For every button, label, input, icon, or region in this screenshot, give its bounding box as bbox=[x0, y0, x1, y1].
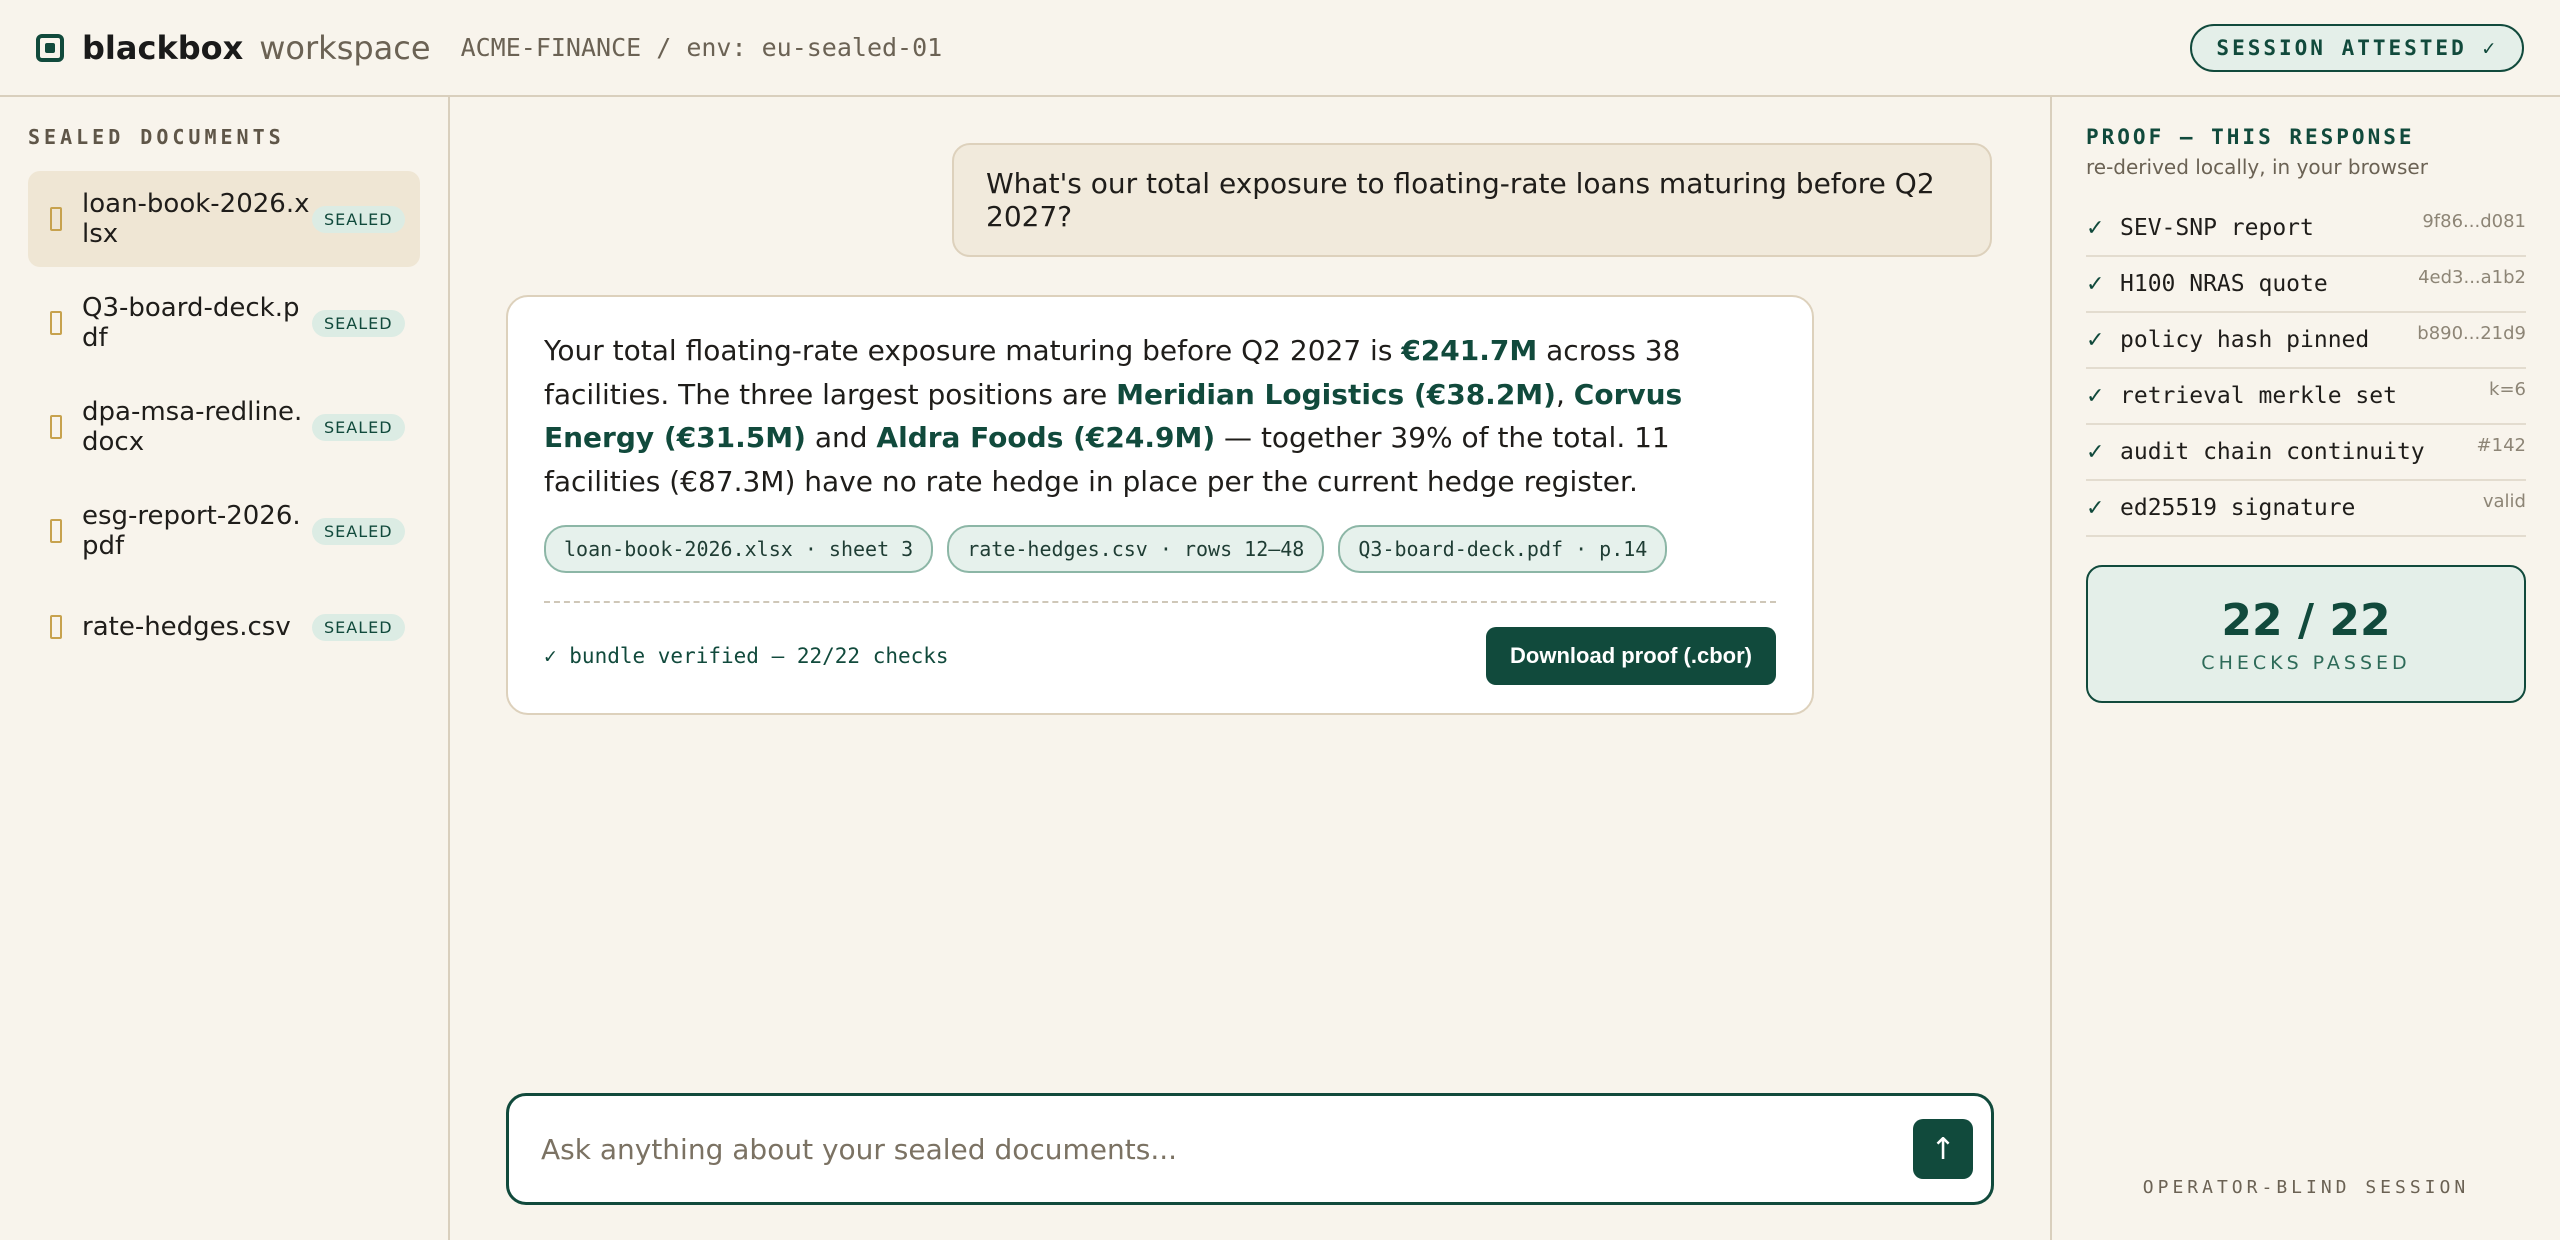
check-value: 9f86...d081 bbox=[2422, 211, 2526, 232]
sealed-badge: SEALED bbox=[312, 613, 405, 641]
logo-icon bbox=[36, 33, 64, 62]
proof-subtitle: re-derived locally, in your browser bbox=[2086, 155, 2428, 179]
sidebar-item-esg-report[interactable]: esg-report-2026.pdf SEALED bbox=[28, 483, 420, 579]
document-icon bbox=[50, 415, 62, 439]
answer-segment: Your total floating-rate exposure maturi… bbox=[544, 334, 1402, 367]
check-label: SEV-SNP report bbox=[2120, 215, 2314, 241]
check-row: ✓ SEV-SNP report 9f86...d081 bbox=[2086, 201, 2526, 257]
proof-panel: PROOF — THIS RESPONSE re-derived locally… bbox=[2050, 97, 2560, 1240]
assistant-answer: Your total floating-rate exposure maturi… bbox=[506, 295, 1814, 715]
download-proof-button[interactable]: Download proof (.cbor) bbox=[1486, 627, 1776, 685]
check-icon: ✓ bbox=[2086, 327, 2105, 353]
check-icon: ✓ bbox=[2086, 495, 2105, 521]
check-value: #142 bbox=[2476, 435, 2526, 456]
check-row: ✓ retrieval merkle set k=6 bbox=[2086, 369, 2526, 425]
document-name: rate-hedges.csv bbox=[82, 612, 291, 642]
answer-text: Your total floating-rate exposure maturi… bbox=[544, 329, 1776, 503]
check-label: retrieval merkle set bbox=[2120, 383, 2397, 409]
check-row: ✓ ed25519 signature valid bbox=[2086, 481, 2526, 537]
source-chip[interactable]: Q3-board-deck.pdf · p.14 bbox=[1338, 525, 1668, 573]
answer-highlight: Aldra Foods (€24.9M) bbox=[876, 421, 1216, 454]
breadcrumb: ACME-FINANCE / env: eu-sealed-01 bbox=[460, 33, 943, 62]
check-icon: ✓ bbox=[2086, 439, 2105, 465]
check-label: ed25519 signature bbox=[2120, 495, 2356, 521]
check-row: ✓ audit chain continuity #142 bbox=[2086, 425, 2526, 481]
check-icon: ✓ bbox=[2086, 271, 2105, 297]
document-name: loan-book-2026.xlsx bbox=[82, 189, 310, 249]
answer-highlight: €241.7M bbox=[1401, 334, 1538, 367]
verified-status: ✓ bundle verified — 22/22 checks bbox=[544, 644, 949, 668]
sidebar-item-loan-book[interactable]: loan-book-2026.xlsx SEALED bbox=[28, 171, 420, 267]
sidebar-title: SEALED DOCUMENTS bbox=[28, 125, 285, 149]
checks-score: 22 / 22 bbox=[2221, 594, 2391, 646]
arrow-up-icon: ↑ bbox=[1930, 1131, 1956, 1167]
send-button[interactable]: ↑ bbox=[1913, 1119, 1973, 1179]
brand-name: blackbox bbox=[82, 28, 244, 67]
source-chip[interactable]: loan-book-2026.xlsx · sheet 3 bbox=[544, 525, 934, 573]
sidebar-item-q3-board-deck[interactable]: Q3-board-deck.pdf SEALED bbox=[28, 275, 420, 371]
sidebar-item-dpa-msa-redline[interactable]: dpa-msa-redline.docx SEALED bbox=[28, 379, 420, 475]
user-message: What's our total exposure to floating-ra… bbox=[952, 143, 1992, 257]
sidebar-item-rate-hedges[interactable]: rate-hedges.csv SEALED bbox=[28, 587, 420, 667]
check-row: ✓ H100 NRAS quote 4ed3...a1b2 bbox=[2086, 257, 2526, 313]
document-icon bbox=[50, 311, 62, 335]
check-label: H100 NRAS quote bbox=[2120, 271, 2328, 297]
brand-subtitle: workspace bbox=[259, 28, 431, 67]
proof-title: PROOF — THIS RESPONSE bbox=[2086, 125, 2415, 149]
answer-segment: and bbox=[805, 421, 877, 454]
check-label: policy hash pinned bbox=[2120, 327, 2370, 353]
document-name: esg-report-2026.pdf bbox=[82, 501, 301, 561]
operator-blind-label: OPERATOR-BLIND SESSION bbox=[2142, 1177, 2470, 1198]
top-bar: blackbox workspace ACME-FINANCE / env: e… bbox=[0, 0, 2560, 97]
answer-highlight: Meridian Logistics (€38.2M) bbox=[1116, 377, 1556, 411]
divider bbox=[544, 601, 1776, 603]
document-name: Q3-board-deck.pdf bbox=[82, 293, 300, 353]
check-value: valid bbox=[2482, 491, 2526, 512]
sealed-badge: SEALED bbox=[312, 413, 405, 441]
document-icon bbox=[50, 615, 62, 639]
sealed-badge: SEALED bbox=[312, 309, 405, 337]
chat-area: What's our total exposure to floating-ra… bbox=[452, 97, 2050, 1240]
check-label: audit chain continuity bbox=[2120, 439, 2425, 465]
answer-segment: , bbox=[1555, 377, 1574, 411]
document-icon bbox=[50, 207, 62, 231]
check-value: k=6 bbox=[2489, 379, 2526, 400]
sidebar: SEALED DOCUMENTS loan-book-2026.xlsx SEA… bbox=[0, 97, 450, 1240]
source-chip[interactable]: rate-hedges.csv · rows 12–48 bbox=[947, 525, 1325, 573]
check-icon: ✓ bbox=[2086, 215, 2105, 241]
sealed-badge: SEALED bbox=[312, 205, 405, 233]
document-name: dpa-msa-redline.docx bbox=[82, 397, 303, 457]
checks-score-card: 22 / 22 CHECKS PASSED bbox=[2086, 565, 2526, 703]
check-value: b890...21d9 bbox=[2417, 323, 2526, 344]
question-input[interactable] bbox=[541, 1132, 1913, 1166]
checks-score-label: CHECKS PASSED bbox=[2201, 651, 2411, 674]
check-row: ✓ policy hash pinned b890...21d9 bbox=[2086, 313, 2526, 369]
source-chips: loan-book-2026.xlsx · sheet 3 rate-hedge… bbox=[544, 525, 1776, 573]
check-value: 4ed3...a1b2 bbox=[2418, 267, 2526, 288]
composer: ↑ bbox=[506, 1093, 1994, 1205]
session-attested-badge: SESSION ATTESTED ✓ bbox=[2190, 24, 2524, 72]
sealed-badge: SEALED bbox=[312, 517, 405, 545]
answer-footer: ✓ bundle verified — 22/22 checks Downloa… bbox=[544, 627, 1776, 685]
check-icon: ✓ bbox=[2086, 383, 2105, 409]
document-icon bbox=[50, 519, 62, 543]
